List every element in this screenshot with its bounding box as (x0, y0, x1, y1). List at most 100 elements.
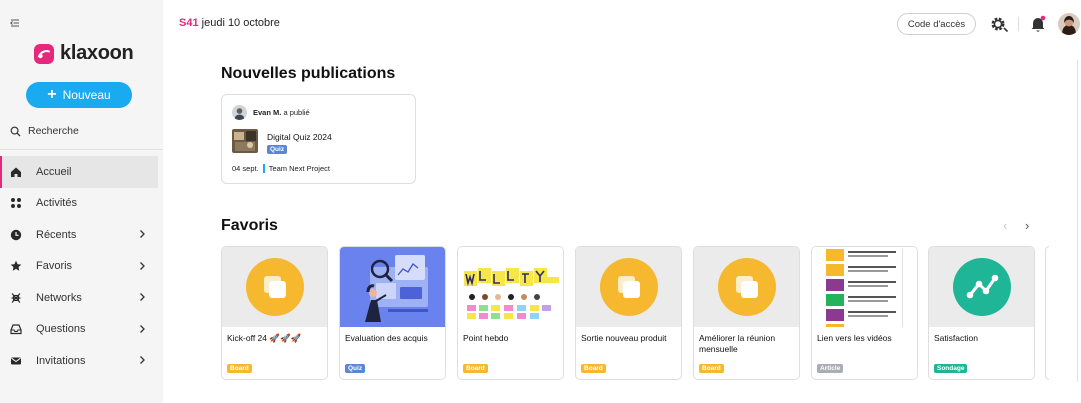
sidebar-divider (0, 149, 163, 150)
favorites-carousel: Kick-off 24 🚀🚀🚀 Board Evaluation des acq… (221, 246, 1049, 381)
current-date: S41 jeudi 10 octobre (179, 17, 280, 29)
chevron-right-icon (140, 293, 145, 301)
notification-bell-icon[interactable] (1030, 15, 1046, 38)
inbox-icon (9, 323, 22, 336)
card-title: Lien vers les vidéos (817, 333, 892, 343)
new-button-label: Nouveau (62, 88, 111, 102)
favorite-card-kickoff[interactable]: Kick-off 24 🚀🚀🚀 Board (221, 246, 328, 380)
card-title: Kick-off 24 🚀🚀🚀 (227, 333, 302, 343)
search-label: Recherche (28, 125, 79, 137)
card-title: Améliorer la réunion mensuelle (699, 333, 776, 354)
new-button[interactable]: + Nouveau (26, 82, 132, 108)
favorite-card-satisfaction[interactable]: Satisfaction Sondage (928, 246, 1035, 380)
week-number: S41 (179, 17, 199, 29)
card-type-badge: Quiz (345, 364, 366, 373)
card-media (458, 247, 563, 327)
card-media (929, 247, 1034, 327)
card-type-badge: Article (817, 364, 844, 373)
klaxoon-logo-icon (34, 43, 54, 64)
publication-title: Digital Quiz 2024 (267, 132, 332, 142)
author-name: Evan M. (253, 108, 282, 117)
card-media (812, 247, 917, 327)
publication-meta: 04 sept. Team Next Project (232, 164, 330, 173)
sidebar-item-questions[interactable]: Questions (0, 314, 158, 346)
search-icon (10, 126, 21, 136)
author-avatar (232, 105, 247, 120)
survey-icon (953, 258, 1011, 316)
favorite-card-point-hebdo[interactable]: Point hebdo Board (457, 246, 564, 380)
chevron-right-icon (140, 230, 145, 238)
search-link[interactable]: Recherche (10, 125, 79, 137)
sidebar-item-networks[interactable]: Networks (0, 282, 158, 314)
chevron-right-icon (140, 261, 145, 270)
card-media (222, 247, 327, 327)
favorite-card-reunion-mensuelle[interactable]: Améliorer la réunion mensuelle Board (693, 246, 800, 380)
favorite-card-sortie-produit[interactable]: Sortie nouveau produit Board (575, 246, 682, 380)
sidebar-nav: Accueil Activités Récents Favoris Networ… (0, 156, 158, 377)
card-title: Point hebdo (463, 333, 509, 343)
sidebar-item-label: Favoris (36, 260, 73, 273)
plus-icon: + (47, 86, 57, 103)
sidebar-item-label: Activités (36, 197, 77, 210)
project-color-bar (262, 164, 265, 173)
author-action: a publié (283, 108, 310, 117)
publication-thumbnail (232, 129, 258, 153)
favorites-next-button[interactable]: › (1025, 218, 1029, 233)
publication-date: 04 sept. (232, 164, 259, 173)
sidebar-item-recents[interactable]: Récents (0, 219, 158, 251)
weekly-board-image (464, 268, 559, 319)
home-icon (9, 165, 22, 178)
card-type-badge: Board (699, 364, 724, 373)
card-media (340, 247, 445, 327)
sidebar: klaxoon + Nouveau Recherche Accueil Acti… (0, 0, 163, 403)
publication-card[interactable]: Evan M. a publié Digital Quiz 2024 Quiz … (221, 94, 416, 184)
sidebar-item-label: Invitations (36, 354, 86, 367)
favorite-card-evaluation[interactable]: Evaluation des acquis Quiz (339, 246, 446, 380)
favorites-section-title: Favoris (221, 217, 278, 234)
user-avatar[interactable] (1058, 13, 1080, 35)
publication-author-row: Evan M. a publié (232, 105, 310, 120)
network-icon (9, 291, 22, 304)
quiz-illustration-icon (365, 255, 428, 322)
chevron-right-icon (140, 356, 145, 364)
star-icon (9, 260, 22, 273)
sidebar-item-favoris[interactable]: Favoris (0, 251, 158, 283)
header-separator (1018, 17, 1019, 31)
publication-type-badge: Quiz (267, 145, 288, 154)
card-media (576, 247, 681, 327)
card-type-badge: Sondage (934, 364, 968, 373)
next-card-edge (1045, 246, 1049, 380)
sidebar-item-activites[interactable]: Activités (0, 188, 158, 220)
scrollbar-track[interactable] (1077, 60, 1078, 382)
card-title: Satisfaction (934, 333, 978, 343)
access-code-button[interactable]: Code d'accès (897, 13, 976, 35)
board-icon (246, 258, 304, 316)
sidebar-item-label: Questions (36, 323, 86, 336)
grid-icon (9, 197, 22, 210)
card-type-badge: Board (463, 364, 488, 373)
sidebar-item-accueil[interactable]: Accueil (0, 156, 158, 188)
chevron-right-icon (140, 324, 145, 333)
card-title: Evaluation des acquis (345, 333, 428, 343)
card-type-badge: Board (227, 364, 252, 373)
klaxoon-logo[interactable]: klaxoon (33, 42, 134, 65)
card-title: Sortie nouveau produit (581, 333, 667, 343)
board-icon (600, 258, 658, 316)
clock-icon (9, 228, 22, 241)
settings-gear-icon[interactable] (989, 14, 1009, 39)
date-text: jeudi 10 octobre (201, 17, 280, 29)
sidebar-item-invitations[interactable]: Invitations (0, 345, 158, 377)
collapse-sidebar-icon[interactable] (8, 16, 22, 30)
mail-icon (9, 354, 22, 367)
favorite-card-videos[interactable]: Lien vers les vidéos Article (811, 246, 918, 380)
video-list-image (826, 249, 903, 327)
favorites-prev-button[interactable]: ‹ (1003, 218, 1007, 233)
card-type-badge: Board (581, 364, 606, 373)
sidebar-item-label: Accueil (36, 165, 72, 178)
publications-section-title: Nouvelles publications (221, 65, 396, 82)
board-icon (718, 258, 776, 316)
logo-text: klaxoon (60, 42, 134, 64)
publication-project: Team Next Project (268, 164, 330, 173)
sidebar-item-label: Networks (36, 291, 82, 304)
sidebar-item-label: Récents (36, 228, 77, 241)
